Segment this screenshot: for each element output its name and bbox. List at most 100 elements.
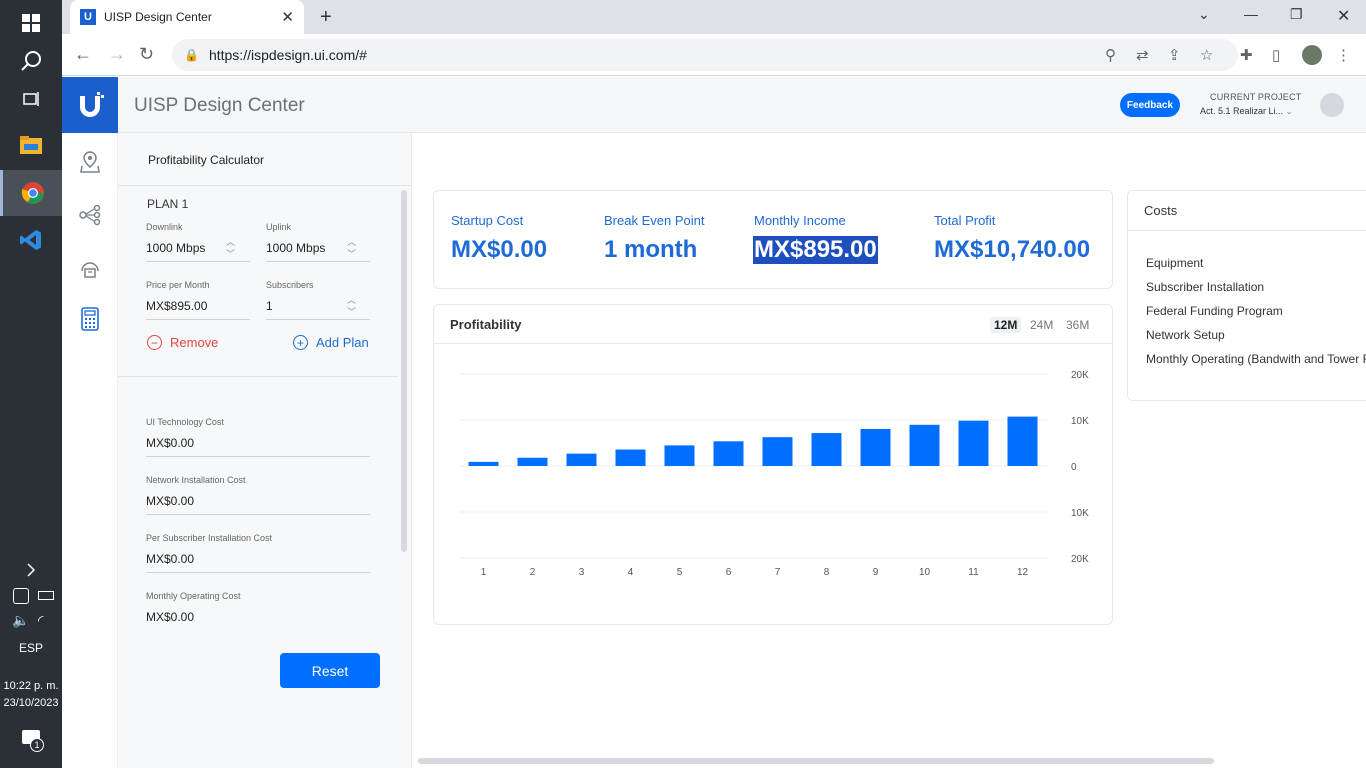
x-tick-label: 2 [530, 567, 536, 578]
plan-name: PLAN 1 [147, 197, 189, 211]
close-tab-icon[interactable]: ✕ [281, 8, 294, 26]
clock-date[interactable]: 23/10/2023 [0, 697, 62, 709]
profile-avatar[interactable] [1302, 45, 1322, 65]
break-even-label: Break Even Point [604, 213, 705, 228]
y-tick-label: 10K [1071, 416, 1089, 427]
current-project-value[interactable]: Act. 5.1 Realizar Li... [1200, 106, 1283, 116]
volume-icon[interactable]: 🔈 [12, 612, 29, 629]
per-subscriber-cost-input[interactable]: MX$0.00 [146, 552, 370, 573]
cost-item-subscriber-installation[interactable]: Subscriber Installation [1146, 280, 1264, 294]
chart-bar[interactable] [762, 437, 793, 466]
cost-item-network-setup[interactable]: Network Setup [1146, 328, 1225, 342]
reload-icon[interactable]: ↻ [139, 44, 154, 65]
subscribers-stepper[interactable]: ︿ ﹀ [347, 294, 356, 318]
chart-bar[interactable] [615, 449, 646, 466]
minimize-icon[interactable]: — [1244, 6, 1258, 22]
chart-bar[interactable] [566, 453, 597, 466]
meet-now-icon[interactable] [13, 588, 29, 604]
lock-icon[interactable]: 🔒 [184, 48, 199, 62]
uplink-stepper[interactable]: ︿ ﹀ [347, 236, 356, 260]
url-text[interactable]: https://ispdesign.ui.com/# [209, 47, 367, 63]
network-install-cost-label: Network Installation Cost [146, 475, 246, 485]
chart-bar[interactable] [811, 433, 842, 466]
browser-tab-strip: U UISP Design Center ✕ + ⌄ — ❐ ✕ [62, 0, 1366, 34]
browser-tab[interactable]: U UISP Design Center ✕ [70, 0, 304, 34]
x-tick-label: 3 [579, 567, 585, 578]
add-plan-button[interactable]: + Add Plan [293, 335, 369, 350]
vscode-icon[interactable] [0, 217, 62, 263]
restore-icon[interactable]: ❐ [1290, 6, 1303, 23]
horizontal-scrollbar[interactable] [418, 758, 1214, 764]
chart-bar[interactable] [860, 428, 891, 466]
y-tick-label: 20K [1071, 554, 1089, 565]
share-icon[interactable]: ⇪ [1168, 46, 1181, 64]
close-window-icon[interactable]: ✕ [1337, 6, 1350, 26]
range-36m[interactable]: 36M [1062, 317, 1093, 333]
add-plan-label: Add Plan [316, 335, 369, 350]
chevron-down-icon: ⌄ [1285, 107, 1293, 116]
clock-time[interactable]: 10:22 p. m. [0, 680, 62, 692]
user-avatar[interactable] [1320, 93, 1344, 117]
total-profit-label: Total Profit [934, 213, 996, 228]
menu-dots-icon[interactable]: ⋮ [1336, 46, 1351, 64]
extensions-icon[interactable]: ✚ [1240, 46, 1253, 64]
location-icon[interactable]: ⚲ [1105, 46, 1116, 64]
ui-tech-cost-input[interactable]: MX$0.00 [146, 436, 370, 457]
divider [118, 376, 398, 377]
chart-bar[interactable] [468, 461, 499, 466]
main-content: Startup Cost MX$0.00 Break Even Point 1 … [413, 133, 1366, 768]
tab-search-icon[interactable]: ⌄ [1198, 6, 1210, 23]
y-tick-label: 0 [1071, 462, 1077, 473]
panel-scrollbar[interactable] [401, 190, 407, 552]
x-tick-label: 11 [968, 567, 979, 578]
chevron-right-icon[interactable] [0, 550, 62, 590]
wifi-icon[interactable]: ◜ [38, 612, 43, 629]
kpi-card: Startup Cost MX$0.00 Break Even Point 1 … [433, 190, 1113, 289]
file-explorer-icon[interactable] [0, 122, 62, 168]
downlink-stepper[interactable]: ︿ ﹀ [226, 236, 235, 260]
range-24m[interactable]: 24M [1026, 317, 1057, 333]
task-view-icon[interactable] [0, 76, 62, 122]
translate-icon[interactable]: ⇄ [1136, 46, 1149, 64]
device-install-icon[interactable] [76, 254, 104, 282]
startup-cost-label: Startup Cost [451, 213, 524, 228]
forward-icon[interactable]: → [108, 44, 126, 65]
language-indicator[interactable]: ESP [0, 641, 62, 655]
chart-bar[interactable] [664, 445, 695, 466]
monthly-operating-cost-input[interactable]: MX$0.00 [146, 610, 370, 630]
x-tick-label: 7 [775, 567, 781, 578]
feedback-button[interactable]: Feedback [1120, 93, 1180, 117]
per-subscriber-cost-label: Per Subscriber Installation Cost [146, 533, 273, 543]
new-tab-icon[interactable]: + [320, 6, 332, 29]
chart-bar[interactable] [958, 420, 989, 466]
cost-item-federal-funding[interactable]: Federal Funding Program [1146, 304, 1283, 318]
downlink-label: Downlink [146, 222, 183, 232]
topology-icon[interactable] [76, 201, 104, 229]
cost-item-monthly-operating[interactable]: Monthly Operating (Bandwith and Tower Re [1146, 352, 1366, 366]
tab-title: UISP Design Center [104, 10, 212, 24]
current-project-selector[interactable]: Act. 5.1 Realizar Li... ⌄ [1200, 106, 1292, 116]
reset-button[interactable]: Reset [280, 653, 380, 688]
network-install-cost-input[interactable]: MX$0.00 [146, 494, 370, 515]
ubiquiti-logo[interactable] [62, 77, 118, 133]
cost-item-equipment[interactable]: Equipment [1146, 256, 1203, 270]
side-panel-icon[interactable]: ▯ [1272, 46, 1280, 64]
back-icon[interactable]: ← [74, 44, 92, 65]
address-bar[interactable]: 🔒 https://ispdesign.ui.com/# [172, 39, 1238, 71]
x-tick-label: 8 [824, 567, 830, 578]
price-input[interactable]: MX$895.00 [146, 299, 250, 320]
current-project-label: CURRENT PROJECT [1210, 92, 1302, 102]
uplink-label: Uplink [266, 222, 292, 232]
y-tick-label: 10K [1071, 508, 1089, 519]
calculator-icon[interactable] [76, 305, 104, 333]
chrome-icon[interactable] [0, 170, 62, 216]
chart-bar[interactable] [1007, 416, 1038, 466]
chart-bar[interactable] [713, 441, 744, 466]
chart-bar[interactable] [517, 457, 548, 466]
chart-bar[interactable] [909, 424, 940, 466]
battery-icon[interactable] [38, 591, 54, 600]
range-12m[interactable]: 12M [990, 317, 1022, 333]
remove-plan-button[interactable]: − Remove [147, 335, 218, 350]
map-pin-icon[interactable] [76, 148, 104, 176]
bookmark-star-icon[interactable]: ☆ [1200, 46, 1213, 64]
